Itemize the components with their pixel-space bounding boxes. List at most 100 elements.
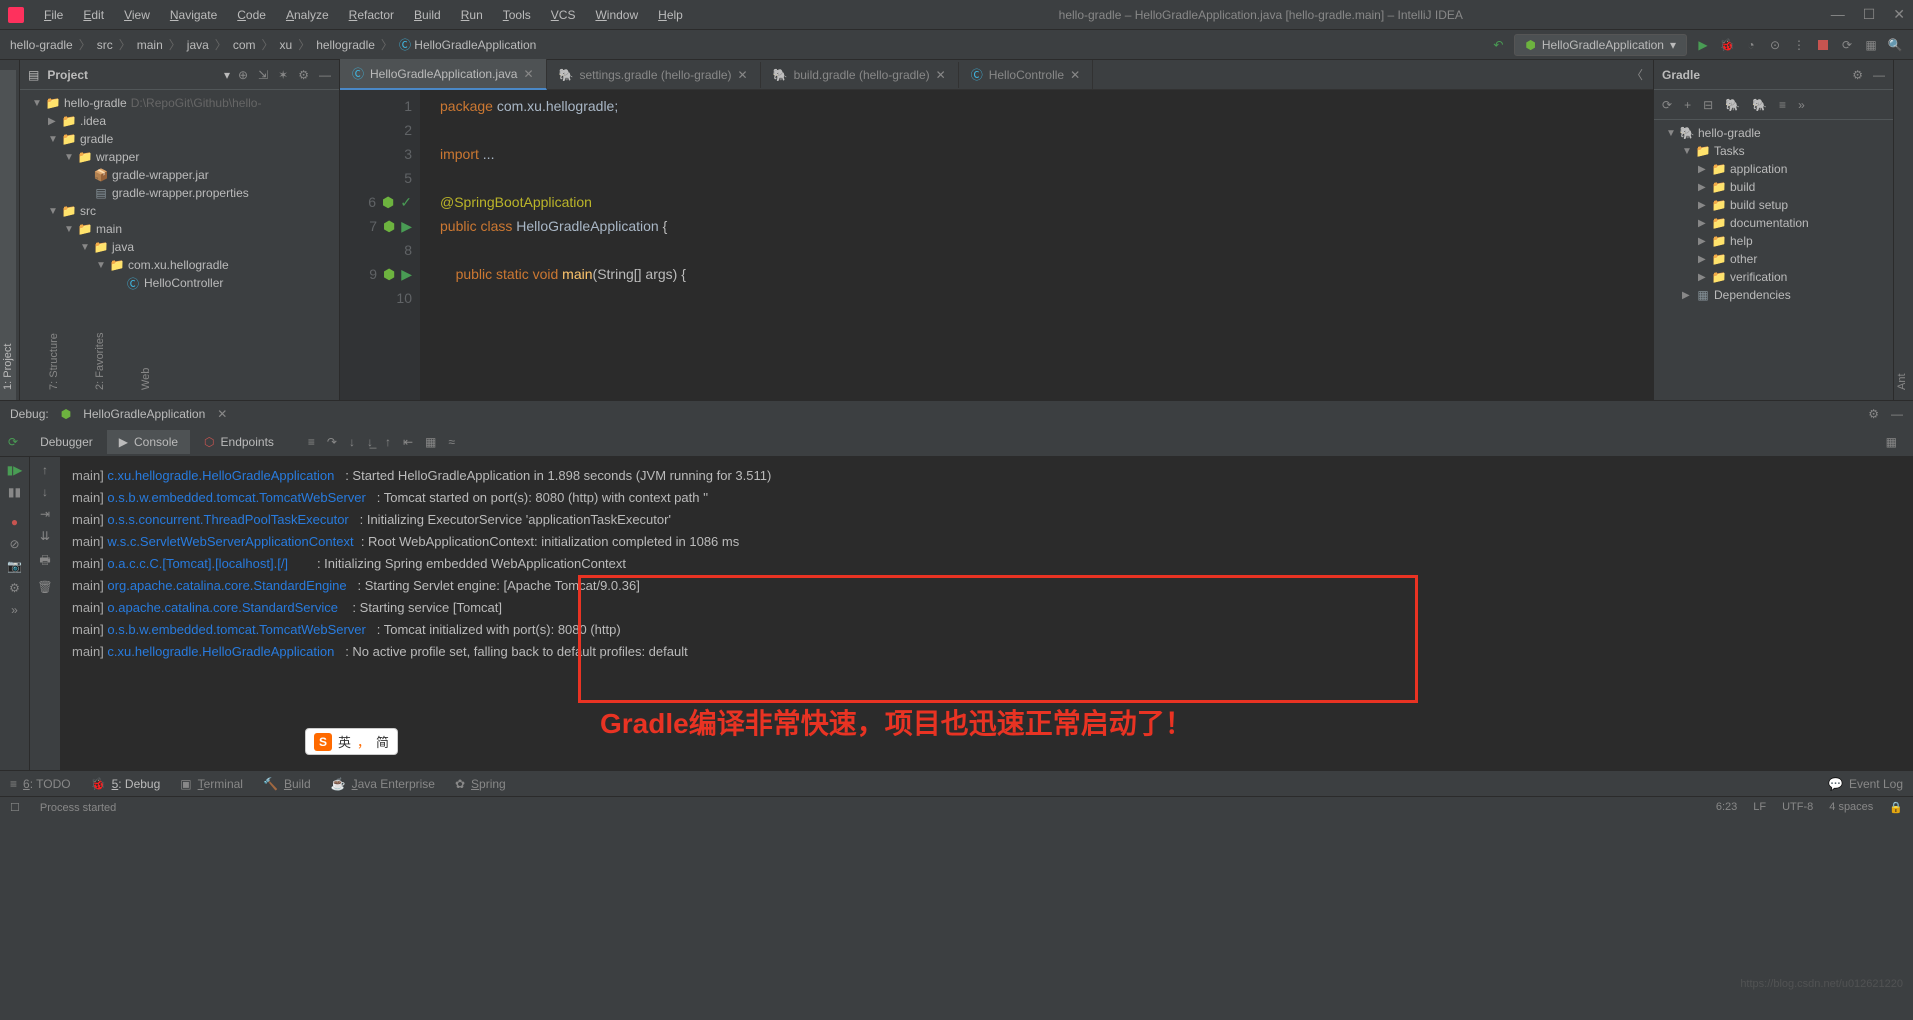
refresh-icon[interactable]: ⟳ bbox=[1662, 98, 1672, 112]
console-line[interactable]: main] o.apache.catalina.core.StandardSer… bbox=[72, 597, 1901, 619]
menu-view[interactable]: View bbox=[116, 4, 158, 26]
lock-icon[interactable]: 🔒 bbox=[1889, 801, 1903, 814]
collapse-icon[interactable]: ✶ bbox=[278, 68, 288, 82]
step-out-icon[interactable]: ↓ bbox=[349, 435, 355, 449]
force-step-icon[interactable]: ↓̲ bbox=[367, 435, 373, 449]
pin-icon[interactable]: » bbox=[11, 603, 18, 617]
analyze-icon[interactable]: ≡ bbox=[1779, 98, 1786, 112]
code-line[interactable]: @SpringBootApplication bbox=[440, 190, 1653, 214]
menu-tools[interactable]: Tools bbox=[495, 4, 539, 26]
console-line[interactable]: main] org.apache.catalina.core.StandardE… bbox=[72, 575, 1901, 597]
side-tab-web[interactable]: Web bbox=[138, 70, 154, 400]
tree-item[interactable]: ▶📁help bbox=[1654, 232, 1893, 250]
editor-tab[interactable]: 🐘settings.gradle (hello-gradle)✕ bbox=[547, 62, 761, 88]
settings-icon[interactable]: ⚙ bbox=[1868, 407, 1879, 421]
encoding[interactable]: UTF-8 bbox=[1782, 801, 1813, 814]
console-tab[interactable]: ▶ Console bbox=[107, 430, 190, 454]
add-icon[interactable]: + bbox=[1684, 98, 1691, 112]
menu-build[interactable]: Build bbox=[406, 4, 449, 26]
spring-gutter-icon[interactable]: ⬢ bbox=[382, 190, 394, 214]
execute-icon[interactable]: 🐘 bbox=[1752, 98, 1767, 112]
spring-gutter-icon[interactable]: ⬢ bbox=[383, 262, 395, 286]
maximize-button[interactable]: ☐ bbox=[1863, 6, 1876, 23]
breadcrumb-item[interactable]: hellogradle bbox=[316, 38, 375, 52]
code-line[interactable]: public class HelloGradleApplication { bbox=[440, 214, 1653, 238]
profile-button[interactable]: ⊙ bbox=[1767, 37, 1783, 53]
code-line[interactable]: public static void main(String[] args) { bbox=[440, 262, 1653, 286]
editor-tab[interactable]: ⒸHelloGradleApplication.java✕ bbox=[340, 59, 547, 90]
event-log-button[interactable]: 💬 Event Log bbox=[1828, 777, 1903, 791]
debugger-tab[interactable]: Debugger bbox=[28, 430, 105, 454]
resume-icon[interactable]: ▮▶ bbox=[7, 463, 23, 477]
tree-item[interactable]: ▶📁build setup bbox=[1654, 196, 1893, 214]
coverage-button[interactable]: ◔ bbox=[1743, 37, 1759, 53]
bottom-tab-todo[interactable]: ≡6: TODO bbox=[10, 777, 71, 791]
bottom-tab-build[interactable]: 🔨Build bbox=[263, 777, 311, 791]
console-line[interactable]: main] w.s.c.ServletWebServerApplicationC… bbox=[72, 531, 1901, 553]
tree-item[interactable]: ▶📁build bbox=[1654, 178, 1893, 196]
side-tab-favorites[interactable]: 2: Favorites bbox=[92, 70, 108, 400]
tree-item[interactable]: ▼📁src bbox=[20, 202, 339, 220]
tree-item[interactable]: 📦gradle-wrapper.jar bbox=[20, 166, 339, 184]
code-line[interactable] bbox=[440, 166, 1653, 190]
dropdown-icon[interactable]: ▾ bbox=[224, 68, 230, 82]
tree-arrow-icon[interactable]: ▶ bbox=[1682, 290, 1692, 301]
tree-item[interactable]: ⒸHelloController bbox=[20, 274, 339, 292]
hide-icon[interactable]: — bbox=[1873, 68, 1885, 82]
stop-button[interactable] bbox=[1815, 37, 1831, 53]
bottom-tab-terminal[interactable]: ▣Terminal bbox=[180, 777, 243, 791]
project-tree[interactable]: ▼📁hello-gradle D:\RepoGit\Github\hello-▶… bbox=[20, 90, 339, 400]
console-line[interactable]: main] o.s.s.concurrent.ThreadPoolTaskExe… bbox=[72, 509, 1901, 531]
console-line[interactable]: main] o.a.c.c.C.[Tomcat].[localhost].[/]… bbox=[72, 553, 1901, 575]
code-line[interactable] bbox=[440, 118, 1653, 142]
endpoints-tab[interactable]: ⬡ Endpoints bbox=[192, 430, 286, 454]
drop-frame-icon[interactable]: ⇤ bbox=[403, 435, 413, 449]
mute-bp-icon[interactable]: ⊘ bbox=[9, 537, 19, 551]
settings-icon[interactable]: ⚙ bbox=[1852, 68, 1863, 82]
close-tab-icon[interactable]: ✕ bbox=[738, 68, 748, 82]
menu-edit[interactable]: Edit bbox=[75, 4, 112, 26]
tree-item[interactable]: ▼📁java bbox=[20, 238, 339, 256]
indent[interactable]: 4 spaces bbox=[1829, 801, 1873, 814]
tree-item[interactable]: ▶📁other bbox=[1654, 250, 1893, 268]
tree-arrow-icon[interactable]: ▶ bbox=[1698, 218, 1708, 229]
menu-help[interactable]: Help bbox=[650, 4, 691, 26]
close-tab-icon[interactable]: ✕ bbox=[1070, 68, 1080, 82]
tree-arrow-icon[interactable]: ▼ bbox=[1682, 146, 1692, 157]
bottom-tab-javaenterprise[interactable]: ☕Java Enterprise bbox=[331, 777, 435, 791]
breadcrumb-item[interactable]: hello-gradle bbox=[10, 38, 73, 52]
tree-item[interactable]: ▶▦Dependencies bbox=[1654, 286, 1893, 304]
tree-item[interactable]: ▼📁com.xu.hellogradle bbox=[20, 256, 339, 274]
breadcrumb-item[interactable]: java bbox=[187, 38, 209, 52]
settings-icon[interactable]: ⚙ bbox=[298, 68, 309, 82]
bottom-tab-debug[interactable]: 🐞5: Debug bbox=[91, 777, 161, 791]
up-icon[interactable]: ↑ bbox=[42, 463, 48, 477]
menu-refactor[interactable]: Refactor bbox=[341, 4, 402, 26]
locate-icon[interactable]: ⊕ bbox=[238, 68, 248, 82]
menu-navigate[interactable]: Navigate bbox=[162, 4, 225, 26]
line-separator[interactable]: LF bbox=[1753, 801, 1766, 814]
tree-item[interactable]: ▼📁hello-gradle D:\RepoGit\Github\hello- bbox=[20, 94, 339, 112]
side-tab-ant[interactable]: Ant bbox=[1894, 70, 1910, 400]
close-button[interactable]: ✕ bbox=[1893, 6, 1905, 23]
cursor-position[interactable]: 6:23 bbox=[1716, 801, 1737, 814]
trace-icon[interactable]: ≈ bbox=[448, 435, 455, 449]
pause-icon[interactable]: ▮▮ bbox=[8, 485, 21, 499]
structure-button[interactable]: ▦ bbox=[1863, 37, 1879, 53]
clear-icon[interactable]: 🗑 bbox=[37, 580, 52, 594]
rerun-icon[interactable]: ⟳ bbox=[8, 435, 18, 449]
menu-analyze[interactable]: Analyze bbox=[278, 4, 337, 26]
run-task-icon[interactable]: 🐘 bbox=[1725, 98, 1740, 112]
back-icon[interactable]: ↶ bbox=[1490, 37, 1506, 53]
breadcrumb-item[interactable]: main bbox=[137, 38, 163, 52]
console-line[interactable]: main] o.s.b.w.embedded.tomcat.TomcatWebS… bbox=[72, 619, 1901, 641]
tree-item[interactable]: ▶📁documentation bbox=[1654, 214, 1893, 232]
menu-vcs[interactable]: VCS bbox=[543, 4, 584, 26]
code-line[interactable] bbox=[440, 238, 1653, 262]
tree-arrow-icon[interactable]: ▼ bbox=[1666, 128, 1676, 139]
breakpoints-icon[interactable]: ● bbox=[11, 515, 18, 529]
step-into-icon[interactable]: ↷ bbox=[327, 435, 337, 449]
breadcrumb-item[interactable]: Ⓒ HelloGradleApplication bbox=[399, 36, 536, 53]
search-button[interactable]: 🔍 bbox=[1887, 37, 1903, 53]
gradle-tree[interactable]: ▼🐘hello-gradle▼📁Tasks▶📁application▶📁buil… bbox=[1654, 120, 1893, 400]
